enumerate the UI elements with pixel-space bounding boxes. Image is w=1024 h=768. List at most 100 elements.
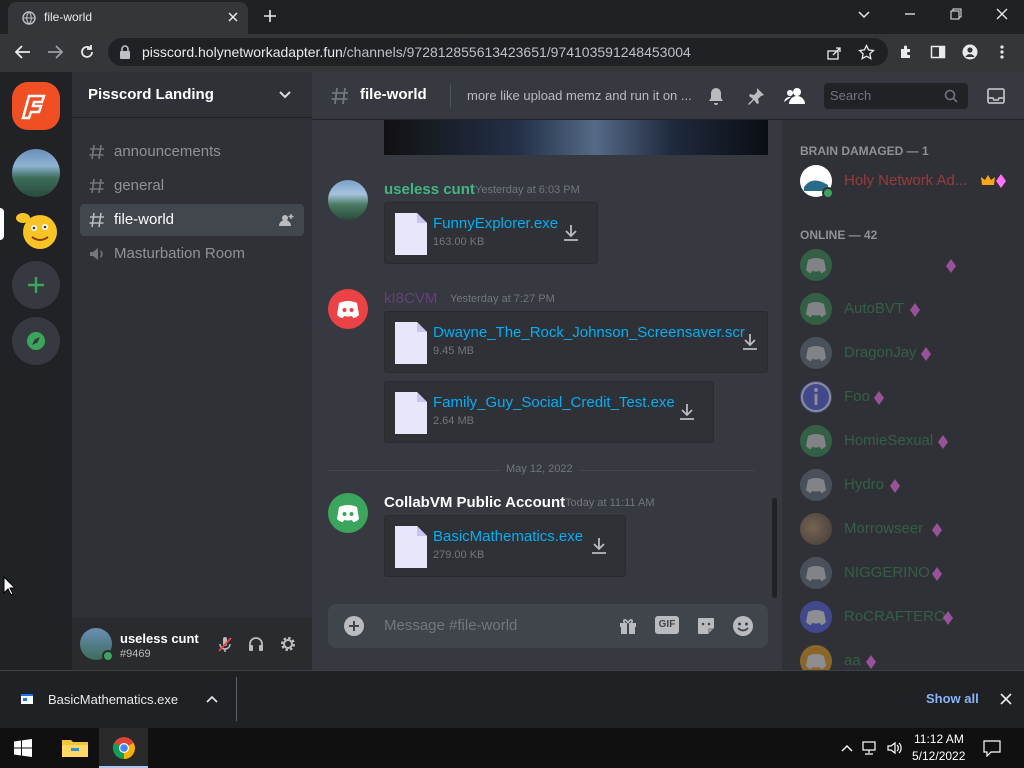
mute-microphone-icon[interactable]	[216, 635, 234, 653]
channel-announcements[interactable]: announcements	[80, 136, 304, 168]
server-header[interactable]: Pisscord Landing	[72, 72, 312, 118]
member-item[interactable]: HomieSexual	[800, 421, 1020, 461]
file-attachment: FunnyExplorer.exe 163.00 KB	[384, 202, 598, 264]
forward-icon[interactable]	[46, 44, 64, 60]
bell-icon[interactable]	[706, 86, 726, 106]
gear-icon[interactable]	[279, 635, 297, 653]
info-avatar-icon	[800, 381, 832, 413]
file-explorer-icon[interactable]	[62, 737, 88, 759]
file-name-link[interactable]: FunnyExplorer.exe	[433, 215, 558, 232]
member-item[interactable]: aa	[800, 641, 1020, 670]
download-icon[interactable]	[589, 536, 609, 556]
channel-general[interactable]: general	[80, 170, 304, 202]
file-name-link[interactable]: Dwayne_The_Rock_Johnson_Screensaver.scr	[433, 324, 745, 341]
channel-label: Masturbation Room	[114, 245, 245, 262]
download-filename[interactable]: BasicMathematics.exe	[48, 692, 178, 707]
gif-button[interactable]: GIF	[655, 616, 679, 634]
file-attachment: Dwayne_The_Rock_Johnson_Screensaver.scr …	[384, 311, 768, 373]
selected-server-pill	[0, 208, 4, 240]
lock-icon[interactable]	[118, 44, 132, 60]
message-author[interactable]: useless cunt	[384, 181, 475, 198]
add-server-button[interactable]	[12, 261, 60, 309]
windows-start-icon[interactable]	[14, 739, 32, 757]
file-name-link[interactable]: Family_Guy_Social_Credit_Test.exe	[433, 394, 675, 411]
server-icon-pisscord[interactable]	[12, 204, 60, 252]
server-icon-landscape[interactable]	[12, 149, 60, 197]
restore-button[interactable]	[948, 6, 964, 22]
show-all-button[interactable]: Show all	[926, 691, 979, 706]
profile-icon[interactable]	[962, 44, 978, 60]
nitro-boost-icon	[938, 435, 948, 449]
new-tab-button[interactable]	[262, 8, 278, 24]
channel-label: general	[114, 177, 165, 194]
emoji-picker-icon[interactable]	[732, 615, 754, 637]
message-author[interactable]: CollabVM Public Account	[384, 494, 565, 511]
explore-servers-button[interactable]	[12, 317, 60, 365]
member-name: DragonJay	[844, 344, 917, 361]
close-tab-icon[interactable]	[226, 10, 240, 24]
mouse-cursor-icon	[3, 576, 15, 596]
search-placeholder: Search	[830, 88, 872, 103]
file-name-link[interactable]: BasicMathematics.exe	[433, 528, 583, 545]
member-item[interactable]: RoCRAFTERO	[800, 597, 1020, 637]
member-item[interactable]	[800, 245, 1020, 285]
browser-tab[interactable]: file-world	[8, 2, 248, 34]
download-icon[interactable]	[740, 332, 760, 352]
minimize-button[interactable]	[902, 6, 918, 22]
close-shelf-icon[interactable]	[999, 692, 1013, 706]
image-embed[interactable]	[384, 120, 768, 155]
member-item[interactable]: Morrowseer	[800, 509, 1020, 549]
chrome-taskbar-button[interactable]	[99, 728, 148, 768]
channel-file-world[interactable]: file-world	[80, 204, 304, 236]
member-list-icon[interactable]	[784, 86, 806, 106]
member-item[interactable]: NIGGERINO	[800, 553, 1020, 593]
avatar[interactable]	[328, 180, 368, 220]
file-icon	[395, 213, 427, 255]
invite-people-icon[interactable]	[278, 212, 294, 228]
message-composer[interactable]: Message #file-world GIF	[328, 604, 768, 648]
channel-topic[interactable]: more like upload memz and run it on ...	[467, 88, 692, 103]
inbox-icon[interactable]	[986, 86, 1006, 106]
file-icon	[395, 526, 427, 568]
back-icon[interactable]	[14, 44, 32, 60]
member-item[interactable]: Foo	[800, 377, 1020, 417]
server-icon-home[interactable]	[12, 82, 60, 130]
reload-icon[interactable]	[78, 43, 96, 61]
chrome-menu-icon[interactable]	[998, 44, 1006, 60]
chevron-up-icon[interactable]	[840, 742, 854, 754]
network-icon[interactable]	[862, 740, 880, 756]
volume-icon[interactable]	[886, 740, 904, 756]
search-input[interactable]: Search	[824, 83, 968, 109]
add-attachment-icon[interactable]	[344, 616, 364, 636]
chevron-up-icon[interactable]	[205, 693, 219, 707]
gift-icon[interactable]	[618, 616, 638, 636]
discord-avatar-icon	[800, 293, 832, 325]
tab-search-icon[interactable]	[856, 6, 872, 22]
avatar[interactable]	[328, 493, 368, 533]
extensions-icon[interactable]	[898, 44, 914, 60]
member-item[interactable]: Hydro	[800, 465, 1020, 505]
sticker-icon[interactable]	[696, 616, 716, 636]
member-item[interactable]: Holy Network Ad...	[800, 161, 1020, 201]
member-item[interactable]: AutoBVT	[800, 289, 1020, 329]
download-icon[interactable]	[677, 402, 697, 422]
avatar[interactable]	[328, 289, 368, 329]
member-item[interactable]: DragonJay	[800, 333, 1020, 373]
message-author[interactable]: kI8CVM	[384, 290, 437, 307]
chat-scrollbar[interactable]	[772, 498, 777, 598]
close-window-button[interactable]	[994, 6, 1010, 22]
channel-voice-room[interactable]: Masturbation Room	[80, 238, 304, 270]
clock-time[interactable]: 11:12 AM	[914, 732, 964, 746]
download-icon[interactable]	[561, 223, 581, 243]
search-icon	[944, 89, 958, 103]
side-panel-icon[interactable]	[930, 44, 946, 60]
notification-center-icon[interactable]	[983, 739, 1001, 757]
pin-icon[interactable]	[746, 86, 766, 106]
bookmark-star-icon[interactable]	[858, 44, 875, 61]
shelf-divider	[236, 677, 237, 721]
file-size: 163.00 KB	[433, 236, 485, 248]
headphones-icon[interactable]	[247, 635, 265, 653]
message-timestamp: Yesterday at 7:27 PM	[450, 293, 555, 305]
clock-date[interactable]: 5/12/2022	[912, 749, 965, 763]
share-icon[interactable]	[826, 45, 842, 61]
